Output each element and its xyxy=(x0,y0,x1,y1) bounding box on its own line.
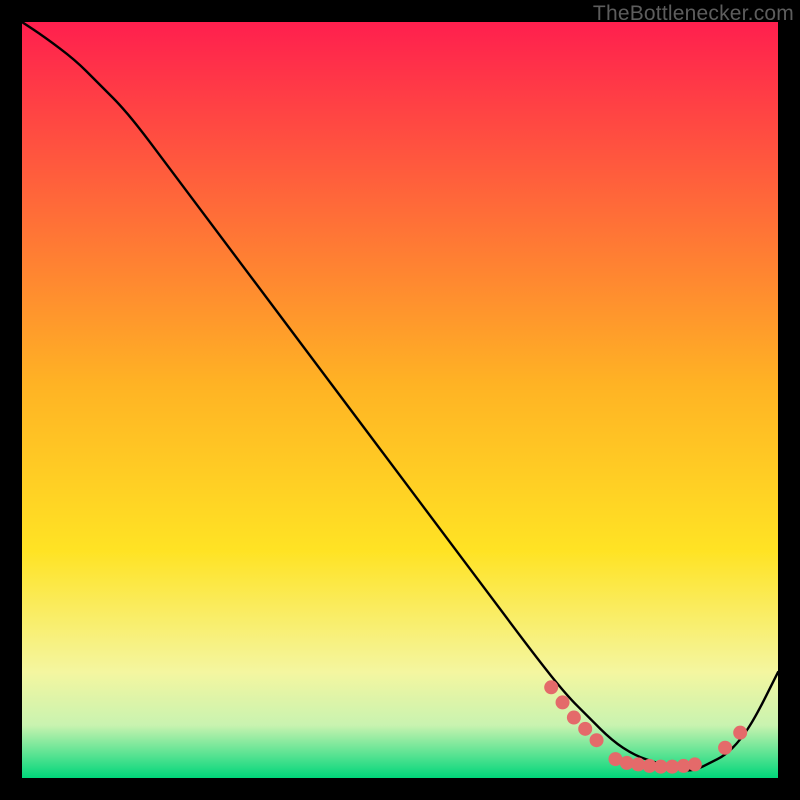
gradient-background xyxy=(22,22,778,778)
marker-dot xyxy=(578,722,592,736)
marker-dot xyxy=(718,741,732,755)
chart-svg xyxy=(22,22,778,778)
marker-dot xyxy=(544,680,558,694)
marker-dot xyxy=(567,711,581,725)
marker-dot xyxy=(556,695,570,709)
chart-stage: TheBottlenecker.com xyxy=(0,0,800,800)
marker-dot xyxy=(590,733,604,747)
marker-dot xyxy=(733,726,747,740)
plot-area xyxy=(22,22,778,778)
marker-dot xyxy=(688,757,702,771)
